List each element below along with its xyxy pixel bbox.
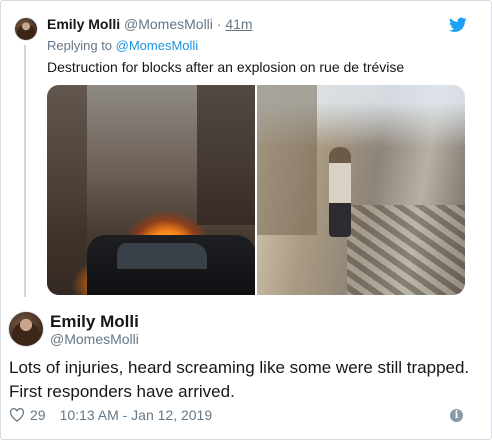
author-name[interactable]: Emily Molli	[47, 16, 120, 32]
tweet-timestamp[interactable]: 10:13 AM - Jan 12, 2019	[60, 407, 213, 423]
tweet-time[interactable]: 41m	[225, 16, 252, 32]
author-avatar-large[interactable]	[8, 311, 44, 347]
like-count[interactable]: 29	[30, 407, 46, 423]
separator-dot: ·	[216, 16, 222, 32]
tweet-embed-card: Emily Molli @MomesMolli · 41m Replying t…	[0, 0, 492, 440]
info-icon[interactable]: i	[450, 409, 463, 422]
replying-to: Replying to @MomesMolli	[47, 38, 198, 53]
twitter-bird-icon[interactable]	[449, 17, 467, 33]
photo-fire-street[interactable]	[47, 85, 255, 295]
tweet2-text-line1: Lots of injuries, heard screaming like s…	[9, 358, 470, 377]
thread-connector-line	[24, 45, 26, 297]
author-handle-large[interactable]: @MomesMolli	[50, 331, 139, 347]
photo-debris-person[interactable]	[257, 85, 465, 295]
tweet2-text-line2: First responders have arrived.	[9, 382, 235, 401]
tweet2-text: Lots of injuries, heard screaming like s…	[9, 356, 479, 404]
replying-prefix: Replying to	[47, 38, 116, 53]
author-name-large[interactable]: Emily Molli	[50, 312, 139, 332]
heart-icon[interactable]	[9, 408, 25, 422]
replying-handle-link[interactable]: @MomesMolli	[116, 38, 199, 53]
author-handle[interactable]: @MomesMolli	[124, 16, 213, 32]
tweet-meta: 29 10:13 AM - Jan 12, 2019	[9, 407, 212, 423]
author-avatar[interactable]	[14, 17, 38, 41]
tweet1-header: Emily Molli @MomesMolli · 41m	[47, 16, 253, 32]
tweet1-text: Destruction for blocks after an explosio…	[47, 59, 405, 75]
